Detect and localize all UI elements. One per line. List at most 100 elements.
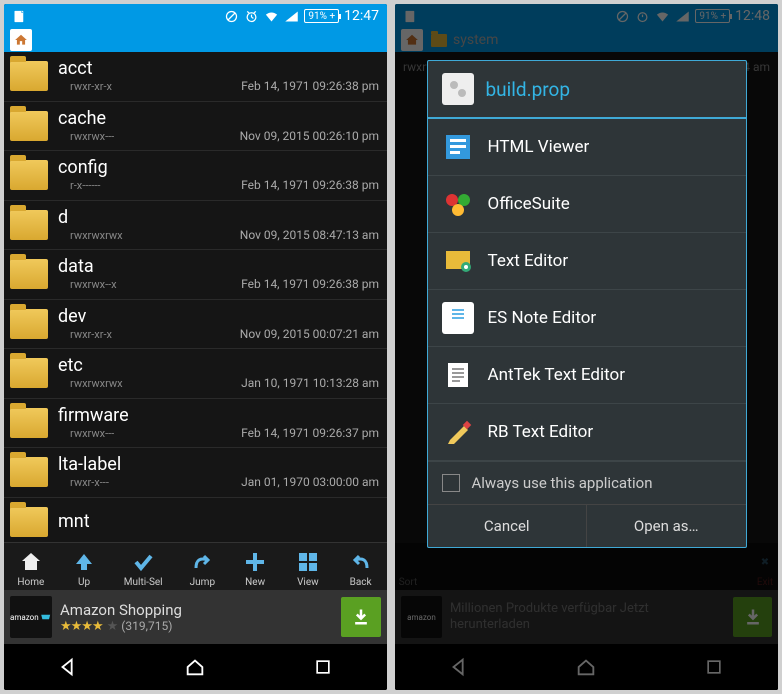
- toolbar-view[interactable]: View: [295, 549, 321, 588]
- home-icon[interactable]: [10, 29, 32, 51]
- folder-icon: [10, 457, 48, 487]
- app-bar: [4, 28, 387, 52]
- folder-icon: [10, 160, 48, 190]
- open-as-button[interactable]: Open as…: [587, 505, 746, 547]
- toolbar-multi-sel[interactable]: Multi-Sel: [124, 549, 163, 588]
- clock-text: 12:47: [344, 8, 379, 24]
- ad-title: Amazon Shopping: [60, 601, 333, 619]
- toolbar-label: Back: [350, 577, 372, 588]
- toolbar-label: Multi-Sel: [124, 577, 163, 588]
- app-option[interactable]: HTML Viewer: [428, 119, 746, 176]
- file-row[interactable]: config r-x------ Feb 14, 1971 09:26:38 p…: [4, 151, 387, 201]
- new-icon: [242, 549, 268, 575]
- folder-icon: [10, 358, 48, 388]
- app-icon: [442, 359, 474, 391]
- file-name: mnt: [58, 512, 379, 532]
- wifi-icon: [264, 9, 279, 24]
- file-date: Feb 14, 1971 09:26:38 pm: [241, 277, 379, 291]
- file-date: Jan 01, 1970 03:00:00 am: [241, 475, 379, 489]
- app-option[interactable]: AntTek Text Editor: [428, 347, 746, 404]
- dialog-title: build.prop: [486, 78, 571, 101]
- always-use-row[interactable]: Always use this application: [428, 461, 746, 504]
- signal-icon: [284, 9, 299, 24]
- android-navbar: [4, 644, 387, 690]
- toolbar-new[interactable]: New: [242, 549, 268, 588]
- toolbar-home[interactable]: Home: [17, 549, 44, 588]
- toolbar-label: New: [245, 577, 265, 588]
- file-row[interactable]: data rwxrwx--x Feb 14, 1971 09:26:38 pm: [4, 250, 387, 300]
- folder-icon: [10, 210, 48, 240]
- file-name: lta-label: [58, 455, 379, 475]
- file-name: acct: [58, 59, 379, 79]
- file-row[interactable]: etc rwxrwxrwx Jan 10, 1971 10:13:28 am: [4, 349, 387, 399]
- file-date: Nov 09, 2015 00:07:21 am: [240, 327, 379, 341]
- file-name: config: [58, 158, 379, 178]
- file-list: acct rwxr-xr-x Feb 14, 1971 09:26:38 pm …: [4, 52, 387, 542]
- back-icon: [348, 549, 374, 575]
- ad-banner[interactable]: amazon Amazon Shopping ★★★★★ (319,715): [4, 590, 387, 644]
- app-icon: [442, 188, 474, 220]
- toolbar-label: Jump: [190, 577, 215, 588]
- file-permissions: rwxr-x---: [70, 476, 109, 489]
- home-button[interactable]: [179, 651, 211, 683]
- always-use-label: Always use this application: [472, 474, 653, 492]
- file-permissions: rwxr-xr-x: [70, 80, 112, 93]
- file-date: Feb 14, 1971 09:26:37 pm: [241, 426, 379, 440]
- back-button[interactable]: [52, 651, 84, 683]
- app-label: AntTek Text Editor: [488, 365, 626, 385]
- ad-rating: ★★★★★ (319,715): [60, 619, 333, 634]
- file-row[interactable]: acct rwxr-xr-x Feb 14, 1971 09:26:38 pm: [4, 52, 387, 102]
- folder-icon: [10, 61, 48, 91]
- home-icon: [18, 549, 44, 575]
- app-option[interactable]: RB Text Editor: [428, 404, 746, 461]
- notepad-icon: [12, 9, 27, 24]
- toolbar-back[interactable]: Back: [348, 549, 374, 588]
- toolbar-label: Up: [78, 577, 90, 588]
- download-icon[interactable]: [341, 597, 381, 637]
- file-name: firmware: [58, 406, 379, 426]
- app-label: RB Text Editor: [488, 422, 594, 442]
- file-row[interactable]: mnt: [4, 498, 387, 543]
- phone-right: 91% + 12:48 system rwxrwx--- Jan 10, 197…: [395, 4, 778, 690]
- app-label: Text Editor: [488, 251, 569, 271]
- file-date: Feb 14, 1971 09:26:38 pm: [241, 79, 379, 93]
- file-row[interactable]: firmware rwxrwx--- Feb 14, 1971 09:26:37…: [4, 399, 387, 449]
- file-name: data: [58, 257, 379, 277]
- file-row[interactable]: d rwxrwxrwx Nov 09, 2015 08:47:13 am: [4, 201, 387, 251]
- toolbar-label: Home: [17, 577, 44, 588]
- file-name: cache: [58, 109, 379, 129]
- toolbar-label: View: [297, 577, 319, 588]
- phone-left: 91% + 12:47 acct rwxr-xr-x Feb 14, 1971 …: [4, 4, 387, 690]
- multi-sel-icon: [130, 549, 156, 575]
- app-option[interactable]: Text Editor: [428, 233, 746, 290]
- toolbar-jump[interactable]: Jump: [189, 549, 215, 588]
- folder-icon: [10, 259, 48, 289]
- app-option[interactable]: OfficeSuite: [428, 176, 746, 233]
- no-sim-icon: [224, 9, 239, 24]
- app-option[interactable]: ES Note Editor: [428, 290, 746, 347]
- alarm-icon: [244, 9, 259, 24]
- app-label: OfficeSuite: [488, 194, 570, 214]
- recent-button[interactable]: [307, 651, 339, 683]
- file-date: Nov 09, 2015 00:26:10 pm: [240, 129, 379, 143]
- file-icon: [442, 73, 474, 105]
- app-icon: [442, 131, 474, 163]
- cancel-button[interactable]: Cancel: [428, 505, 588, 547]
- file-permissions: rwxrwxrwx: [70, 229, 123, 242]
- file-date: Nov 09, 2015 08:47:13 am: [240, 228, 379, 242]
- app-icon: [442, 245, 474, 277]
- battery-icon: 91% +: [304, 9, 339, 23]
- folder-icon: [10, 507, 48, 537]
- file-row[interactable]: cache rwxrwx--- Nov 09, 2015 00:26:10 pm: [4, 102, 387, 152]
- file-row[interactable]: lta-label rwxr-x--- Jan 01, 1970 03:00:0…: [4, 448, 387, 498]
- checkbox[interactable]: [442, 474, 460, 492]
- status-bar: 91% + 12:47: [4, 4, 387, 28]
- dialog-overlay: build.prop HTML Viewer OfficeSuite Text Ed…: [395, 4, 778, 690]
- file-row[interactable]: dev rwxr-xr-x Nov 09, 2015 00:07:21 am: [4, 300, 387, 350]
- file-name: etc: [58, 356, 379, 376]
- toolbar-up[interactable]: Up: [71, 549, 97, 588]
- app-label: HTML Viewer: [488, 137, 590, 157]
- app-icon: [442, 302, 474, 334]
- open-with-dialog: build.prop HTML Viewer OfficeSuite Text Ed…: [427, 60, 747, 548]
- bottom-toolbar: Home Up Multi-Sel Jump New View Back: [4, 542, 387, 590]
